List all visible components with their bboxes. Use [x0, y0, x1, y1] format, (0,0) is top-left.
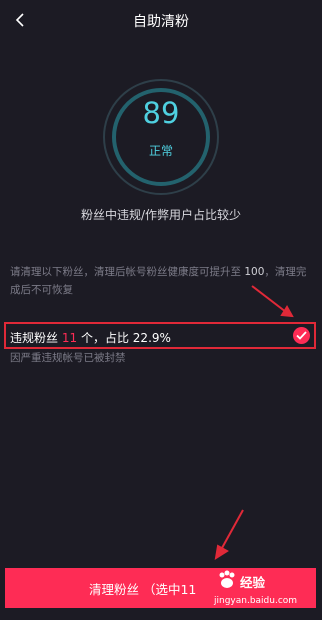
annotation-arrow-bottom	[214, 509, 244, 561]
health-score: 89	[142, 96, 180, 130]
notice-prefix: 请清理以下粉丝，清理后帐号粉丝健康度可提升至	[10, 266, 241, 278]
cleanup-notice: 请清理以下粉丝，清理后帐号粉丝健康度可提升至 100，清理完成后不可恢复	[10, 263, 314, 299]
violation-middle: 个，占比	[80, 331, 129, 345]
violation-label: 违规粉丝 11 个，占比 22.9%	[10, 329, 171, 346]
check-icon	[296, 331, 307, 340]
violation-title: 违规粉丝	[10, 331, 59, 345]
violation-count: 11	[61, 331, 78, 345]
clean-fans-button[interactable]: 清理粉丝 （选中11	[5, 568, 316, 608]
violation-description: 因严重违规帐号已被封禁	[10, 352, 126, 364]
page-title: 自助清粉	[133, 14, 189, 30]
health-status: 正常	[148, 144, 173, 158]
violation-percent: 22.9%	[132, 331, 171, 345]
violation-fans-row[interactable]: 违规粉丝 11 个，占比 22.9%	[4, 322, 316, 349]
header: 自助清粉	[0, 0, 322, 40]
health-summary: 粉丝中违规/作弊用户占比较少	[80, 208, 242, 222]
select-checkbox[interactable]	[293, 327, 310, 344]
notice-target: 100	[244, 266, 265, 278]
